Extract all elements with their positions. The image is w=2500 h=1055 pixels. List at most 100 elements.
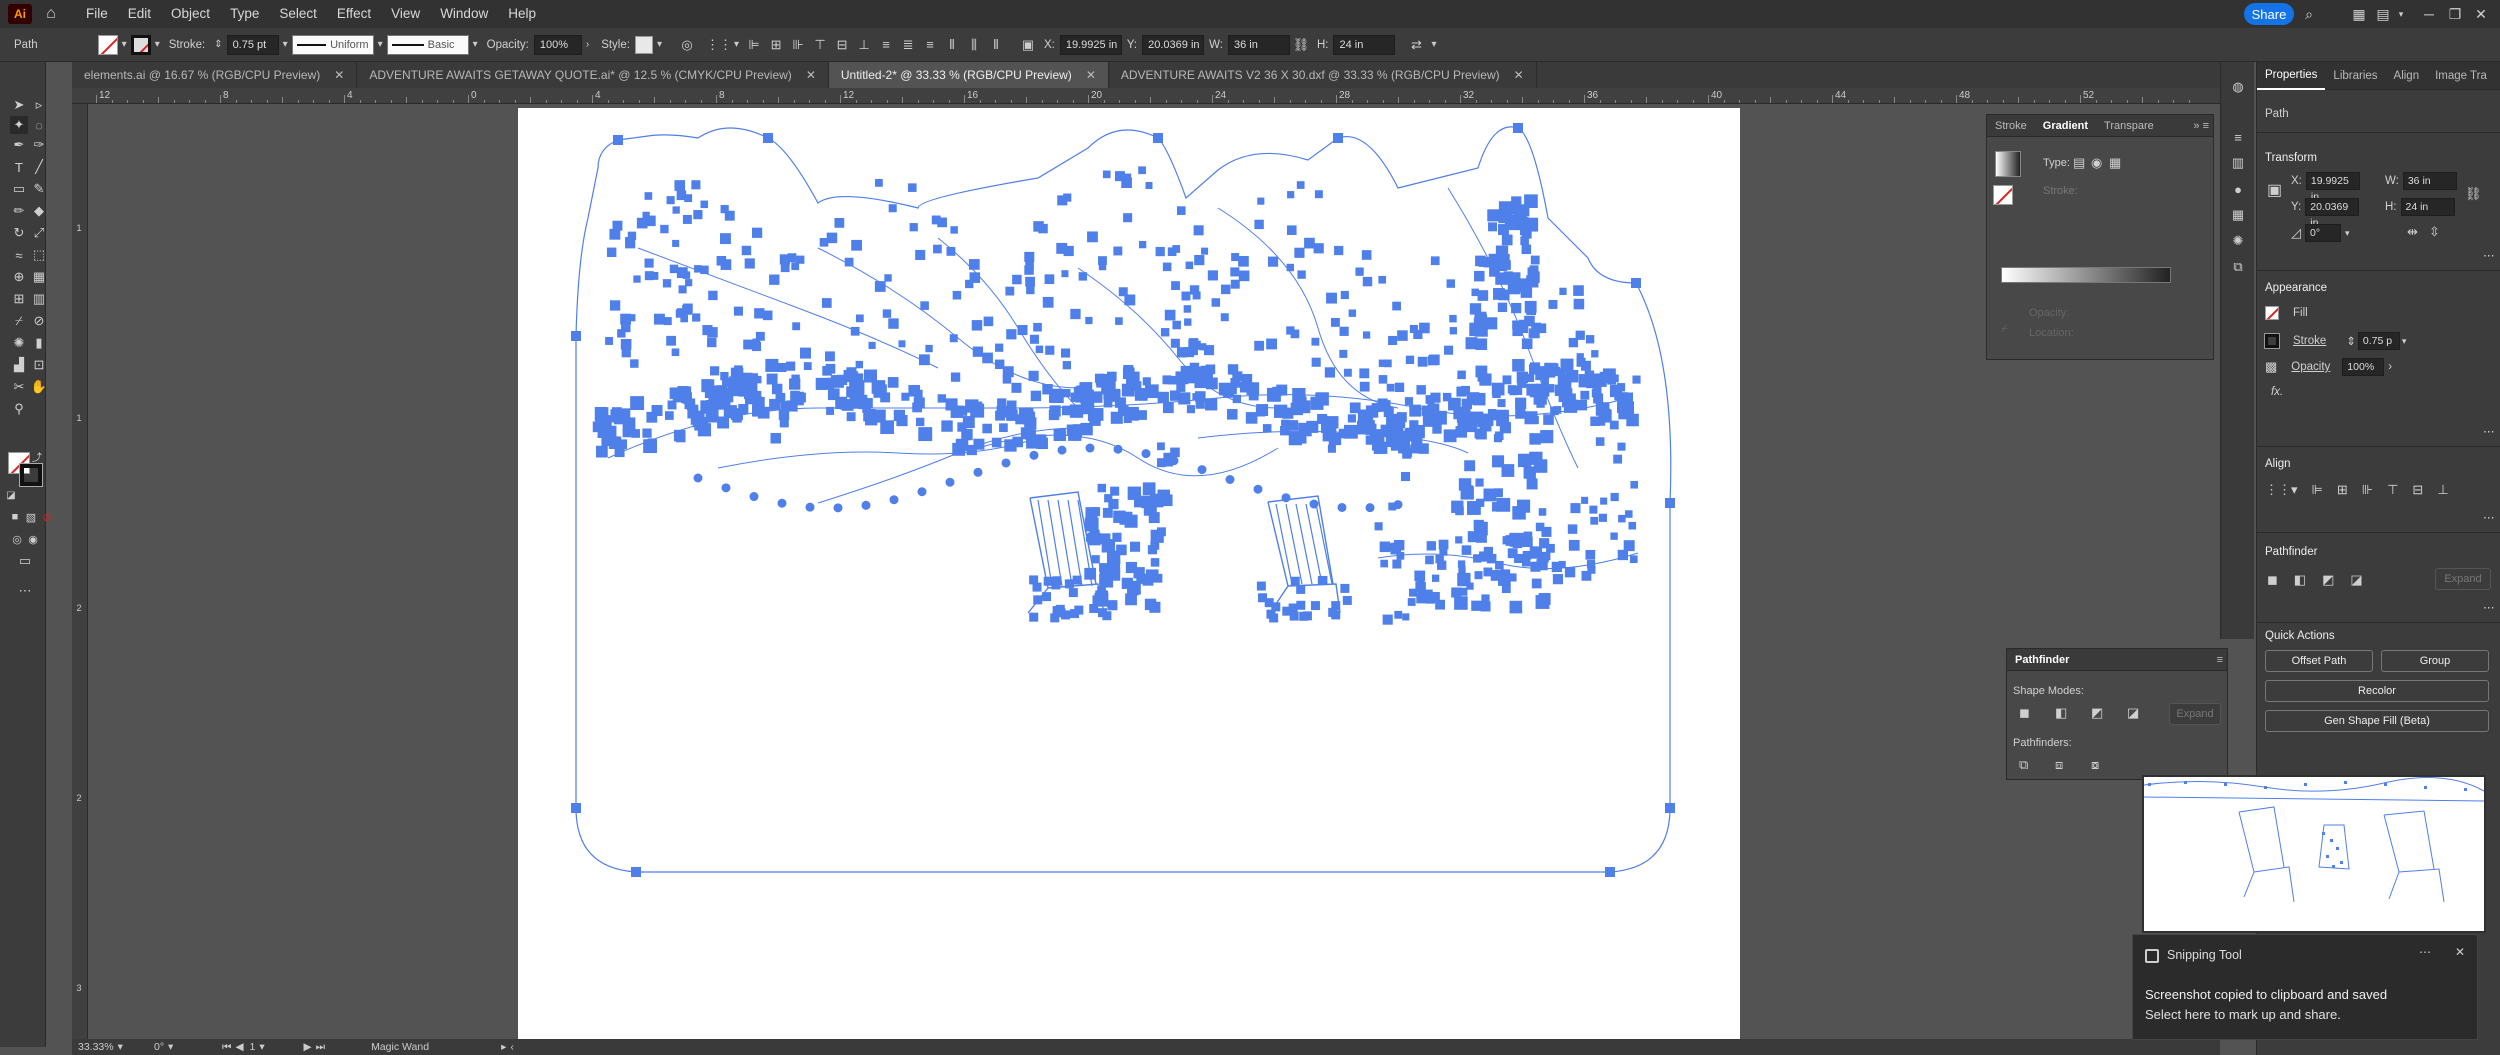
recolor-button[interactable]: Recolor bbox=[2265, 680, 2489, 702]
align-center-h-icon[interactable]: ⊞ bbox=[767, 36, 785, 54]
gradient-fill-swatch[interactable] bbox=[1993, 185, 2013, 205]
more-options-icon[interactable]: ⋯ bbox=[2483, 600, 2495, 614]
flip-vertical-icon[interactable]: ⇳ bbox=[2429, 224, 2440, 240]
eraser-tool-icon[interactable]: ◆ bbox=[30, 202, 48, 220]
line-tool-icon[interactable]: ╱ bbox=[30, 158, 48, 176]
constrain-proportions-icon[interactable]: ⛓ bbox=[1292, 36, 1310, 54]
align-center-v-icon[interactable]: ⊟ bbox=[2412, 482, 2423, 498]
align-bottom-icon[interactable]: ⊥ bbox=[855, 36, 873, 54]
shape-builder-tool-icon[interactable]: ⊕ bbox=[10, 268, 28, 286]
pencil-tool-icon[interactable]: ✏ bbox=[10, 202, 28, 220]
distribute-left-icon[interactable]: ⫴ bbox=[943, 36, 961, 54]
gradient-tool-icon[interactable]: ▥ bbox=[30, 290, 48, 308]
tab-untitled-2[interactable]: Untitled-2* @ 33.33 % (RGB/CPU Preview) ✕ bbox=[828, 62, 1109, 88]
unite-icon[interactable]: ◼ bbox=[2267, 572, 2278, 588]
default-colors-icon[interactable]: ◪ bbox=[2, 486, 20, 504]
y-field[interactable]: 20.0369 in bbox=[1142, 34, 1205, 55]
rectangle-tool-icon[interactable]: ▭ bbox=[10, 180, 28, 198]
stroke-color-swatch[interactable] bbox=[19, 463, 43, 487]
fill-swatch[interactable] bbox=[97, 34, 118, 55]
stepper-icon[interactable]: ⇕ bbox=[214, 39, 222, 50]
stroke-weight-field[interactable]: 0.75 pt bbox=[226, 34, 279, 55]
mesh-tool-icon[interactable]: ⊞ bbox=[10, 290, 28, 308]
tab-image-trace[interactable]: Image Tra bbox=[2427, 70, 2495, 82]
reference-point-icon[interactable]: ▣ bbox=[1019, 36, 1037, 54]
symbol-sprayer-tool-icon[interactable]: ✺ bbox=[10, 334, 28, 352]
more-options-icon[interactable]: ⋯ bbox=[2483, 510, 2495, 524]
selected-path-artwork[interactable] bbox=[518, 108, 1740, 1039]
chevron-down-icon[interactable]: ▾ bbox=[657, 39, 662, 50]
share-button[interactable]: Share bbox=[2244, 3, 2294, 25]
panel-menu-icon[interactable]: » ≡ bbox=[2193, 120, 2213, 132]
chevron-down-icon[interactable]: ▾ bbox=[2392, 5, 2410, 23]
distribute-bottom-icon[interactable]: ≡ bbox=[921, 36, 939, 54]
minus-front-icon[interactable]: ◧ bbox=[2294, 572, 2306, 588]
scroll-left-icon[interactable]: ‹ bbox=[510, 1041, 514, 1053]
exclude-icon[interactable]: ◪ bbox=[2127, 705, 2139, 721]
menu-window[interactable]: Window bbox=[430, 0, 498, 28]
panel-menu-icon[interactable]: ≡ bbox=[2217, 654, 2227, 666]
canvas[interactable] bbox=[88, 104, 2220, 1039]
intersect-icon[interactable]: ◩ bbox=[2322, 572, 2334, 588]
chevron-down-icon[interactable]: ▾ bbox=[122, 39, 127, 50]
align-center-v-icon[interactable]: ⊟ bbox=[833, 36, 851, 54]
none-mode-icon[interactable]: ⊘ bbox=[38, 508, 56, 526]
warp-tool-icon[interactable]: ≈ bbox=[10, 246, 28, 264]
stroke-swatch[interactable] bbox=[130, 34, 151, 55]
stepper-icon[interactable]: ⇕ bbox=[2346, 334, 2356, 348]
opacity-field[interactable]: 100% bbox=[533, 34, 582, 55]
exclude-icon[interactable]: ◪ bbox=[2350, 572, 2362, 588]
chevron-down-icon[interactable]: ▾ bbox=[283, 39, 288, 50]
chevron-down-icon[interactable]: ▾ bbox=[378, 39, 383, 50]
tab-libraries[interactable]: Libraries bbox=[2325, 70, 2385, 82]
unite-icon[interactable]: ◼ bbox=[2019, 705, 2030, 721]
w-field[interactable]: 36 in bbox=[2402, 172, 2457, 190]
x-field[interactable]: 19.9925 in bbox=[1059, 34, 1122, 55]
screen-mode-icon[interactable]: ▭ bbox=[16, 552, 34, 570]
group-button[interactable]: Group bbox=[2381, 650, 2489, 672]
tab-properties[interactable]: Properties bbox=[2257, 62, 2326, 90]
menu-file[interactable]: File bbox=[76, 0, 118, 28]
expand-button[interactable]: Expand bbox=[2435, 568, 2491, 590]
constrain-proportions-icon[interactable]: ⛓ bbox=[2465, 186, 2482, 202]
type-tool-icon[interactable]: T bbox=[10, 158, 28, 176]
fx-label[interactable]: fx. bbox=[2271, 386, 2283, 398]
opacity-label[interactable]: Opacity bbox=[2291, 361, 2330, 373]
chevron-down-icon[interactable]: ▾ bbox=[2402, 336, 2407, 347]
align-bottom-icon[interactable]: ⊥ bbox=[2437, 482, 2448, 498]
next-artboard-icon[interactable]: ▶ bbox=[304, 1041, 312, 1053]
close-icon[interactable]: ✕ bbox=[2455, 945, 2465, 959]
eyedropper-tool-icon[interactable]: ⌿ bbox=[10, 312, 28, 330]
rotate-tool-icon[interactable]: ↻ bbox=[10, 224, 28, 242]
chevron-down-icon[interactable]: ▾ bbox=[155, 39, 160, 50]
more-tools-icon[interactable]: ⋯ bbox=[16, 582, 34, 600]
chevron-right-icon[interactable]: › bbox=[586, 39, 589, 50]
trim-icon[interactable]: ⧈ bbox=[2055, 757, 2063, 773]
more-options-icon[interactable]: ⋯ bbox=[2419, 945, 2431, 959]
brushes-dock-icon[interactable]: ✺ bbox=[2229, 232, 2247, 250]
align-center-h-icon[interactable]: ⊞ bbox=[2337, 482, 2348, 498]
search-icon[interactable]: ⌕ bbox=[2300, 5, 2318, 23]
gradient-preview-swatch[interactable] bbox=[1995, 151, 2021, 177]
transform-options-icon[interactable]: ⇄ bbox=[1407, 36, 1425, 54]
hand-tool-icon[interactable]: ✋ bbox=[30, 378, 48, 396]
menu-select[interactable]: Select bbox=[269, 0, 327, 28]
divide-icon[interactable]: ⧉ bbox=[2019, 757, 2028, 773]
align-left-icon[interactable]: ⊫ bbox=[745, 36, 763, 54]
expand-button[interactable]: Expand bbox=[2169, 703, 2221, 725]
perspective-grid-tool-icon[interactable]: ▦ bbox=[30, 268, 48, 286]
artboard[interactable] bbox=[518, 108, 1740, 1039]
distribute-right-icon[interactable]: ⫴ bbox=[987, 36, 1005, 54]
more-options-icon[interactable]: ⋯ bbox=[2483, 248, 2495, 262]
recolor-icon[interactable]: ◎ bbox=[678, 36, 696, 54]
gradient-dock-icon[interactable]: ▥ bbox=[2229, 154, 2247, 172]
linear-gradient-icon[interactable]: ▤ bbox=[2073, 155, 2085, 171]
menu-view[interactable]: View bbox=[381, 0, 430, 28]
eyedropper-icon[interactable]: ⌿ bbox=[2001, 323, 2008, 336]
fill-swatch[interactable] bbox=[2265, 306, 2279, 320]
draw-behind-icon[interactable]: ◉ bbox=[24, 530, 42, 548]
freeform-gradient-icon[interactable]: ▦ bbox=[2109, 155, 2121, 171]
chevron-down-icon[interactable]: ▾ bbox=[473, 39, 478, 50]
magic-wand-tool-icon[interactable]: ✦ bbox=[10, 116, 28, 134]
artboard-tool-icon[interactable]: ⊡ bbox=[30, 356, 48, 374]
